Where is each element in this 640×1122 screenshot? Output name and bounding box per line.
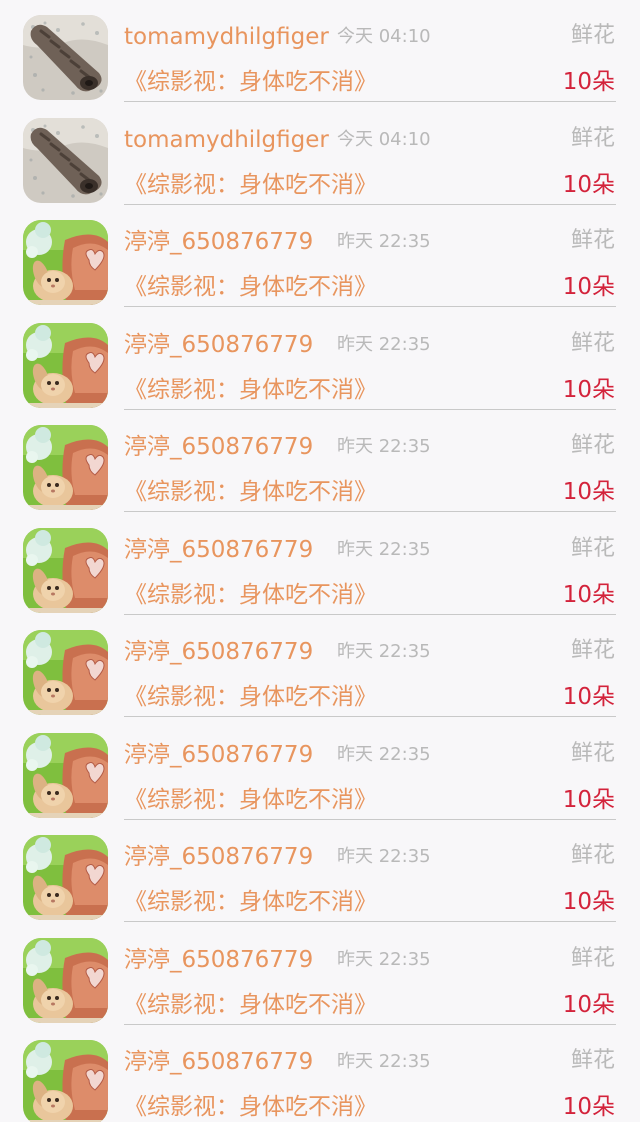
bunny-avatar-icon	[23, 1040, 108, 1122]
timestamp: 昨天 22:35	[337, 538, 431, 560]
list-item[interactable]: 渟渟_650876779 昨天 22:35 鲜花《综影视：身体吃不消》 10朵	[0, 410, 640, 513]
flower-count: 10朵	[562, 274, 615, 300]
bunny-avatar-icon	[23, 732, 108, 818]
bunny-avatar-icon	[23, 527, 108, 613]
book-title[interactable]: 《综影视：身体吃不消》	[124, 578, 377, 612]
list-item[interactable]: tomamydhilgfiger 今天 04:10 鲜花《综影视：身体吃不消》 10朵	[0, 103, 640, 206]
avatar[interactable]	[23, 630, 108, 715]
avatar[interactable]	[23, 220, 108, 305]
book-title[interactable]: 《综影视：身体吃不消》	[124, 475, 377, 509]
gift-type: 鲜花	[570, 330, 615, 356]
bunny-avatar-icon	[23, 425, 108, 510]
list-item[interactable]: 渟渟_650876779 昨天 22:35 鲜花《综影视：身体吃不消》 10朵	[0, 205, 640, 308]
shell-avatar-icon	[23, 15, 108, 100]
flower-count: 10朵	[562, 684, 615, 710]
list-item[interactable]: 渟渟_650876779 昨天 22:35 鲜花《综影视：身体吃不消》 10朵	[0, 820, 640, 923]
avatar[interactable]	[23, 1040, 108, 1122]
avatar[interactable]	[23, 117, 108, 203]
username[interactable]: tomamydhilgfiger	[124, 20, 329, 54]
timestamp: 昨天 22:35	[337, 948, 431, 970]
book-title[interactable]: 《综影视：身体吃不消》	[124, 680, 377, 714]
list-item[interactable]: 渟渟_650876779 昨天 22:35 鲜花《综影视：身体吃不消》 10朵	[0, 308, 640, 411]
list-item[interactable]: 渟渟_650876779 昨天 22:35 鲜花《综影视：身体吃不消》 10朵	[0, 513, 640, 616]
username[interactable]: 渟渟_650876779	[124, 328, 313, 362]
flower-count: 10朵	[562, 376, 615, 403]
book-title[interactable]: 《综影视：身体吃不消》	[124, 65, 377, 99]
timestamp: 昨天 22:35	[337, 1051, 431, 1072]
username[interactable]: 渟渟_650876779	[124, 1045, 313, 1079]
username[interactable]: 渟渟_650876779	[124, 635, 313, 669]
flower-count: 10朵	[562, 991, 615, 1018]
list-item[interactable]: 渟渟_650876779 昨天 22:35 鲜花《综影视：身体吃不消》 10朵	[0, 923, 640, 1026]
gift-type: 鲜花	[570, 638, 615, 663]
avatar[interactable]	[23, 425, 108, 510]
avatar[interactable]	[23, 937, 108, 1023]
avatar[interactable]	[23, 835, 108, 920]
timestamp: 昨天 22:35	[337, 333, 431, 355]
flower-count: 10朵	[562, 581, 615, 608]
book-title[interactable]: 《综影视：身体吃不消》	[124, 988, 377, 1022]
flower-count: 10朵	[562, 889, 615, 915]
bunny-avatar-icon	[23, 630, 108, 715]
shell-avatar-icon	[23, 117, 108, 203]
username[interactable]: 渟渟_650876779	[124, 943, 313, 977]
username[interactable]: 渟渟_650876779	[124, 225, 313, 259]
timestamp: 昨天 22:35	[337, 846, 431, 867]
avatar[interactable]	[23, 732, 108, 818]
gift-type: 鲜花	[570, 535, 615, 561]
gift-type: 鲜花	[570, 125, 615, 151]
flower-count: 10朵	[562, 786, 615, 813]
flower-count: 10朵	[562, 171, 615, 198]
timestamp: 今天 04:10	[337, 128, 431, 150]
timestamp: 昨天 22:35	[337, 743, 431, 765]
list-item[interactable]: 渟渟_650876779 昨天 22:35 鲜花《综影视：身体吃不消》 10朵	[0, 718, 640, 821]
avatar[interactable]	[23, 15, 108, 100]
timestamp: 昨天 22:35	[337, 231, 431, 252]
book-title[interactable]: 《综影视：身体吃不消》	[124, 270, 377, 304]
gift-type: 鲜花	[570, 228, 615, 253]
book-title[interactable]: 《综影视：身体吃不消》	[124, 885, 377, 919]
bunny-avatar-icon	[23, 220, 108, 305]
username[interactable]: 渟渟_650876779	[124, 430, 313, 464]
list-item[interactable]: tomamydhilgfiger 今天 04:10 鲜花《综影视：身体吃不消》 10朵	[0, 0, 640, 103]
book-title[interactable]: 《综影视：身体吃不消》	[124, 783, 377, 817]
timestamp: 昨天 22:35	[337, 436, 431, 457]
bunny-avatar-icon	[23, 835, 108, 920]
gift-type: 鲜花	[570, 945, 615, 971]
flower-count: 10朵	[562, 1094, 615, 1120]
bunny-avatar-icon	[23, 322, 108, 408]
gift-type: 鲜花	[570, 740, 615, 766]
bunny-avatar-icon	[23, 937, 108, 1023]
username[interactable]: 渟渟_650876779	[124, 840, 313, 874]
flower-count: 10朵	[562, 479, 615, 505]
avatar[interactable]	[23, 527, 108, 613]
timestamp: 今天 04:10	[337, 26, 431, 47]
list-item[interactable]: 渟渟_650876779 昨天 22:35 鲜花《综影视：身体吃不消》 10朵	[0, 1025, 640, 1122]
book-title[interactable]: 《综影视：身体吃不消》	[124, 1090, 377, 1122]
list-item[interactable]: 渟渟_650876779 昨天 22:35 鲜花《综影视：身体吃不消》 10朵	[0, 615, 640, 718]
gift-type: 鲜花	[570, 843, 615, 868]
username[interactable]: tomamydhilgfiger	[124, 123, 329, 157]
gift-type: 鲜花	[570, 1048, 615, 1073]
flower-record-list: tomamydhilgfiger 今天 04:10 鲜花 《综影视：身体吃不消》 10朵…	[0, 0, 640, 1122]
timestamp: 昨天 22:35	[337, 641, 431, 662]
username[interactable]: 渟渟_650876779	[124, 533, 313, 567]
gift-type: 鲜花	[570, 23, 615, 48]
book-title[interactable]: 《综影视：身体吃不消》	[124, 168, 377, 202]
avatar[interactable]	[23, 322, 108, 408]
flower-count: 10朵	[562, 69, 615, 95]
username[interactable]: 渟渟_650876779	[124, 738, 313, 772]
gift-type: 鲜花	[570, 433, 615, 458]
book-title[interactable]: 《综影视：身体吃不消》	[124, 373, 377, 407]
